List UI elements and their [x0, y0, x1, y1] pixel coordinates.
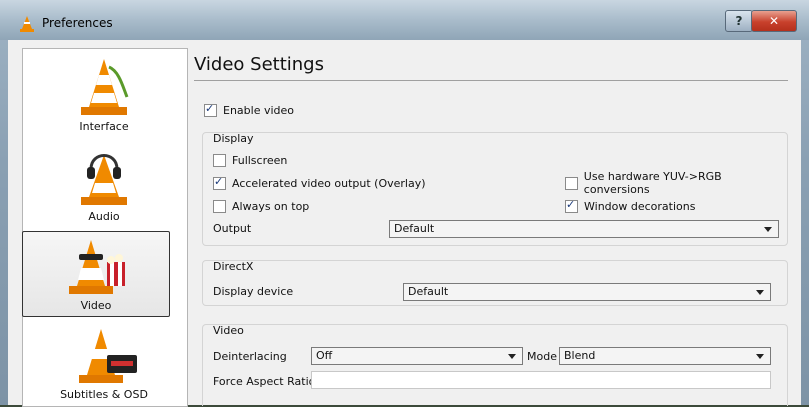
chevron-down-icon — [756, 354, 764, 359]
display-device-label: Display device — [213, 285, 294, 298]
group-title: Display — [213, 132, 254, 145]
preferences-window: Preferences ? ✕ Interface Audio Video Su… — [0, 0, 809, 407]
window-title: Preferences — [42, 16, 113, 30]
deinterlacing-label: Deinterlacing — [213, 350, 287, 363]
deinterlacing-selected-value: Off — [316, 349, 333, 362]
always-on-top-checkbox[interactable]: Always on top — [213, 198, 309, 214]
window-decorations-checkbox[interactable]: Window decorations — [565, 198, 695, 214]
checkbox-label: Always on top — [232, 199, 310, 213]
sidebar-item-interface[interactable]: Interface — [31, 53, 177, 137]
output-select[interactable]: Default — [389, 220, 779, 238]
output-selected-value: Default — [394, 222, 435, 235]
sidebar-item-subtitles-osd[interactable]: Subtitles & OSD — [31, 321, 177, 405]
checkbox-box[interactable] — [204, 102, 217, 117]
mode-selected-value: Blend — [564, 349, 596, 362]
force-aspect-ratio-input[interactable] — [311, 371, 771, 389]
checkbox-box[interactable] — [565, 176, 578, 190]
checkbox-label: Window decorations — [584, 199, 696, 213]
video-popcorn-cone-icon — [69, 240, 125, 294]
mode-label: Mode — [527, 350, 557, 363]
title-divider — [194, 80, 788, 81]
group-title: Video — [213, 324, 244, 337]
sidebar-item-audio[interactable]: Audio — [31, 143, 177, 227]
sidebar-item-label: Audio — [88, 210, 120, 223]
video-group: Video Deinterlacing Off Mode Blend Force… — [202, 324, 788, 406]
deinterlacing-select[interactable]: Off — [311, 347, 523, 365]
close-button[interactable]: ✕ — [751, 10, 797, 32]
checkbox-label: Accelerated video output (Overlay) — [232, 176, 426, 190]
checkbox-box[interactable] — [213, 199, 226, 213]
checkbox-box[interactable] — [213, 153, 226, 167]
output-label: Output — [213, 222, 252, 235]
category-sidebar: Interface Audio Video Subtitles & OSD — [22, 48, 188, 407]
client-area: Interface Audio Video Subtitles & OSD Vi… — [8, 40, 801, 407]
display-device-selected-value: Default — [408, 285, 449, 298]
page-title: Video Settings — [194, 54, 324, 75]
chevron-down-icon — [508, 354, 516, 359]
enable-video-checkbox[interactable]: Enable video — [204, 102, 294, 118]
mode-select[interactable]: Blend — [559, 347, 771, 365]
title-bar[interactable]: Preferences ? ✕ — [0, 0, 809, 40]
group-title: DirectX — [213, 260, 254, 273]
checkbox-label: Use hardware YUV->RGB conversions — [583, 170, 722, 196]
sidebar-item-label: Subtitles & OSD — [60, 388, 148, 401]
fullscreen-checkbox[interactable]: Fullscreen — [213, 152, 287, 168]
interface-cone-icon — [81, 59, 129, 115]
help-button[interactable]: ? — [725, 10, 753, 32]
force-aspect-ratio-label: Force Aspect Ratio — [213, 375, 316, 388]
hw-yuv-rgb-checkbox[interactable]: Use hardware YUV->RGB conversions — [565, 170, 787, 196]
accelerated-output-checkbox[interactable]: Accelerated video output (Overlay) — [213, 175, 426, 191]
display-group: Display Fullscreen Accelerated video out… — [202, 132, 788, 246]
display-device-select[interactable]: Default — [403, 283, 771, 301]
sidebar-item-label: Video — [80, 299, 112, 312]
sidebar-item-video[interactable]: Video — [22, 231, 170, 317]
checkbox-box[interactable] — [565, 198, 578, 213]
audio-headphones-cone-icon — [81, 154, 127, 205]
directx-group: DirectX Display device Default — [202, 260, 788, 306]
settings-panel: Video Settings Enable video Display Full… — [194, 40, 794, 406]
subtitles-cone-icon — [79, 329, 137, 383]
checkbox-label: Fullscreen — [232, 153, 288, 167]
checkbox-box[interactable] — [213, 175, 226, 190]
chevron-down-icon — [764, 227, 772, 232]
checkbox-label: Enable video — [223, 103, 295, 117]
vlc-cone-icon — [20, 16, 34, 32]
sidebar-item-label: Interface — [79, 120, 129, 133]
chevron-down-icon — [756, 290, 764, 295]
